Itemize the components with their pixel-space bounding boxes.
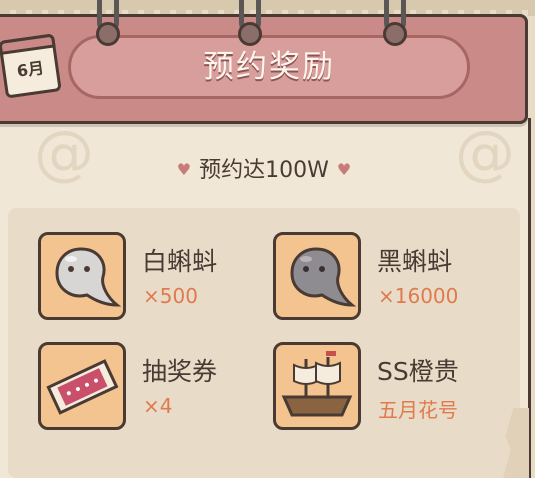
milestone-text: 预约达100W [199, 158, 329, 183]
binder-ring-hole [238, 22, 262, 46]
reward-name: 黑蝌蚪 [377, 247, 453, 276]
milestone-heading: ♥ 预约达100W ♥ [0, 152, 528, 184]
binder-ring-hole [383, 22, 407, 46]
reward-quantity: ×16000 [378, 284, 459, 308]
heart-icon: ♥ [336, 160, 352, 179]
reward-quantity: 五月花号 [378, 398, 458, 422]
lottery-ticket-icon [38, 342, 126, 430]
black-tadpole-icon [273, 232, 361, 320]
reward-name: SS橙贵 [377, 357, 459, 386]
calendar-icon: 6月 [0, 33, 62, 99]
reward-item-black-tadpole: 黑蝌蚪 ×16000 [243, 232, 473, 332]
reward-quantity: ×4 [143, 394, 173, 418]
page-title: 预约奖励 [203, 49, 335, 85]
white-tadpole-icon [38, 232, 126, 320]
top-paper-edge [0, 0, 535, 16]
heart-icon: ♥ [176, 160, 192, 179]
binder-ring-hole [96, 22, 120, 46]
reward-item-mayflower: SS橙贵 五月花号 [243, 342, 473, 442]
title-pill: 预约奖励 [68, 35, 470, 99]
mayflower-ship-icon [273, 342, 361, 430]
reward-name: 抽奖券 [142, 357, 218, 386]
reward-quantity: ×500 [143, 284, 198, 308]
calendar-month: 6月 [15, 58, 46, 81]
reward-item-white-tadpole: 白蝌蚪 ×500 [8, 232, 238, 332]
reward-item-lottery-ticket: 抽奖券 ×4 [8, 342, 238, 442]
reward-name: 白蝌蚪 [142, 247, 218, 276]
